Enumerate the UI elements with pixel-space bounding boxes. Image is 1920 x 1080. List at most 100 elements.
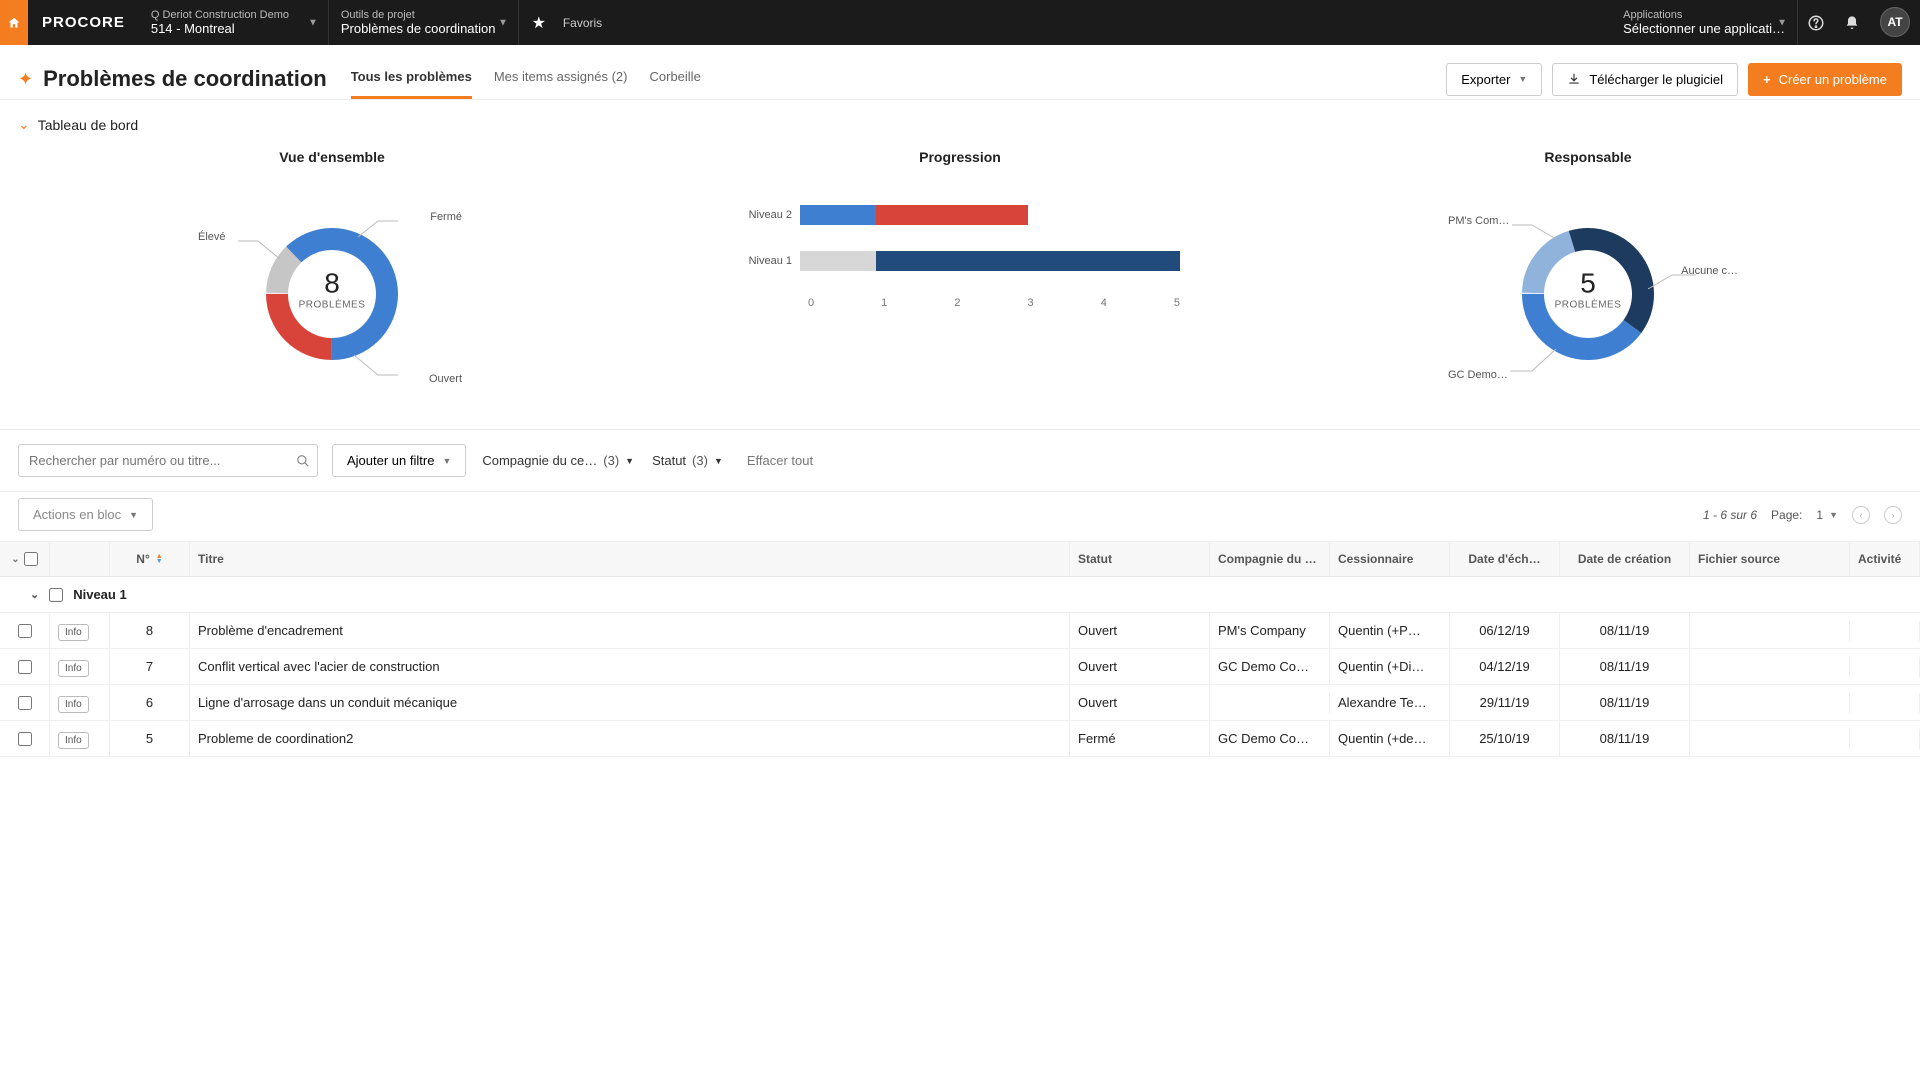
header-checkbox-cell: ⌄ — [0, 542, 50, 576]
header-number[interactable]: N° ▲▼ — [110, 542, 190, 576]
group-header-niveau1[interactable]: ⌄ Niveau 1 — [0, 577, 1920, 613]
add-filter-button[interactable]: Ajouter un filtre ▼ — [332, 444, 466, 477]
dashboard-row: Vue d'ensemble 8 PROBLÈMES Fermé Ouvert … — [0, 139, 1920, 430]
table-row[interactable]: Info5Probleme de coordination2FerméGC De… — [0, 721, 1920, 757]
owner-count-label: PROBLÈMES — [1555, 300, 1622, 311]
filter-bar: Ajouter un filtre ▼ Compagnie du ce… (3)… — [0, 430, 1920, 491]
header-activity[interactable]: Activité — [1850, 542, 1920, 576]
chevron-down-icon: ▼ — [714, 456, 723, 466]
row-status: Ouvert — [1070, 613, 1210, 648]
search-input[interactable] — [18, 444, 318, 477]
company-project-selector[interactable]: Q Deriot Construction Demo 514 - Montrea… — [139, 0, 329, 45]
row-assignee: Alexandre Te… — [1330, 685, 1450, 720]
table-row[interactable]: Info7Conflit vertical avec l'acier de co… — [0, 649, 1920, 685]
header-title[interactable]: Titre — [190, 542, 1070, 576]
info-badge[interactable]: Info — [58, 732, 89, 749]
bulk-actions-button[interactable]: Actions en bloc ▼ — [18, 498, 153, 531]
download-plugin-button[interactable]: Télécharger le plugiciel — [1552, 63, 1738, 96]
sort-icon: ▲▼ — [156, 554, 163, 564]
page-label: Page: — [1771, 508, 1802, 522]
add-filter-label: Ajouter un filtre — [347, 453, 434, 468]
row-checkbox[interactable] — [18, 660, 32, 674]
row-checkbox[interactable] — [18, 696, 32, 710]
export-button[interactable]: Exporter ▼ — [1446, 63, 1542, 96]
row-assignee: Quentin (+P… — [1330, 613, 1450, 648]
dashboard-toggle[interactable]: ⌄ Tableau de bord — [0, 100, 1920, 139]
tab-my-items[interactable]: Mes items assignés (2) — [494, 59, 628, 99]
group-checkbox[interactable] — [49, 588, 63, 602]
card-title: Progression — [919, 149, 1001, 165]
tool-selector[interactable]: Outils de projet Problèmes de coordinati… — [329, 0, 519, 45]
row-due: 04/12/19 — [1450, 649, 1560, 684]
chevron-down-icon: ▼ — [308, 17, 318, 28]
top-nav: PROCORE Q Deriot Construction Demo 514 -… — [0, 0, 1920, 45]
puzzle-icon: ✦ — [18, 69, 33, 90]
tab-all-issues[interactable]: Tous les problèmes — [351, 59, 472, 99]
chevron-down-icon: ▼ — [442, 456, 451, 466]
level2-label: Niveau 2 — [740, 209, 800, 221]
header-assignee[interactable]: Cessionnaire — [1330, 542, 1450, 576]
row-source — [1690, 693, 1850, 713]
row-due: 06/12/19 — [1450, 613, 1560, 648]
info-badge[interactable]: Info — [58, 696, 89, 713]
project-name: 514 - Montreal — [151, 21, 316, 36]
apps-selector[interactable]: Applications Sélectionner une applicati…… — [1611, 0, 1798, 45]
create-label: Créer un problème — [1779, 72, 1887, 87]
header-status[interactable]: Statut — [1070, 542, 1210, 576]
page-selector[interactable]: 1 ▼ — [1816, 508, 1838, 522]
create-issue-button[interactable]: + Créer un problème — [1748, 63, 1902, 96]
download-label: Télécharger le plugiciel — [1589, 72, 1723, 87]
row-assignee: Quentin (+de… — [1330, 721, 1450, 756]
row-checkbox[interactable] — [18, 624, 32, 638]
favorite-star-button[interactable]: ★ — [519, 0, 559, 45]
pager: 1 - 6 sur 6 Page: 1 ▼ ‹ › — [1703, 506, 1902, 524]
row-title: Conflit vertical avec l'acier de constru… — [190, 649, 1070, 684]
prev-page-button[interactable]: ‹ — [1852, 506, 1870, 524]
owner-count: 5 — [1555, 268, 1622, 300]
row-number: 8 — [110, 613, 190, 648]
filter-status-label: Statut — [652, 453, 686, 468]
chevron-down-icon: ▼ — [625, 456, 634, 466]
header-source[interactable]: Fichier source — [1690, 542, 1850, 576]
result-range: 1 - 6 sur 6 — [1703, 508, 1757, 522]
row-checkbox[interactable] — [18, 732, 32, 746]
page-tabs: Tous les problèmes Mes items assignés (2… — [351, 59, 701, 99]
favorites-label[interactable]: Favoris — [559, 0, 602, 45]
issues-table: ⌄ N° ▲▼ Titre Statut Compagnie du ce… Ce… — [0, 542, 1920, 757]
info-badge[interactable]: Info — [58, 660, 89, 677]
user-avatar[interactable]: AT — [1880, 7, 1910, 37]
export-label: Exporter — [1461, 72, 1510, 87]
row-activity — [1850, 729, 1920, 749]
home-button[interactable] — [0, 0, 28, 45]
info-badge[interactable]: Info — [58, 624, 89, 641]
row-due: 25/10/19 — [1450, 721, 1560, 756]
row-source — [1690, 657, 1850, 677]
apps-label: Applications — [1623, 9, 1785, 21]
filter-status[interactable]: Statut (3) ▼ — [650, 447, 725, 474]
card-owner: Responsable 5 PROBLÈMES PM's Com… Aucune… — [1274, 149, 1902, 399]
legend-pms: PM's Com… — [1448, 215, 1509, 227]
header-company[interactable]: Compagnie du ce… — [1210, 542, 1330, 576]
owner-donut: 5 PROBLÈMES PM's Com… Aucune c… GC Demo… — [1448, 179, 1728, 399]
table-row[interactable]: Info6Ligne d'arrosage dans un conduit mé… — [0, 685, 1920, 721]
select-all-checkbox[interactable] — [24, 552, 38, 566]
notifications-button[interactable] — [1834, 0, 1870, 45]
chevron-down-icon: ▼ — [1777, 17, 1787, 28]
row-activity — [1850, 657, 1920, 677]
filter-company[interactable]: Compagnie du ce… (3) ▼ — [480, 447, 636, 474]
bulk-row: Actions en bloc ▼ 1 - 6 sur 6 Page: 1 ▼ … — [0, 491, 1920, 542]
clear-filters[interactable]: Effacer tout — [747, 453, 813, 468]
tab-trash[interactable]: Corbeille — [650, 59, 701, 99]
row-company: GC Demo Co… — [1210, 721, 1330, 756]
header-created[interactable]: Date de création — [1560, 542, 1690, 576]
table-row[interactable]: Info8Problème d'encadrementOuvertPM's Co… — [0, 613, 1920, 649]
row-created: 08/11/19 — [1560, 685, 1690, 720]
home-icon — [7, 16, 21, 30]
chevron-down-icon[interactable]: ⌄ — [11, 554, 19, 565]
help-button[interactable] — [1798, 0, 1834, 45]
brand-logo[interactable]: PROCORE — [28, 0, 139, 45]
row-activity — [1850, 693, 1920, 713]
header-due[interactable]: Date d'éch… — [1450, 542, 1560, 576]
row-company: GC Demo Co… — [1210, 649, 1330, 684]
next-page-button[interactable]: › — [1884, 506, 1902, 524]
